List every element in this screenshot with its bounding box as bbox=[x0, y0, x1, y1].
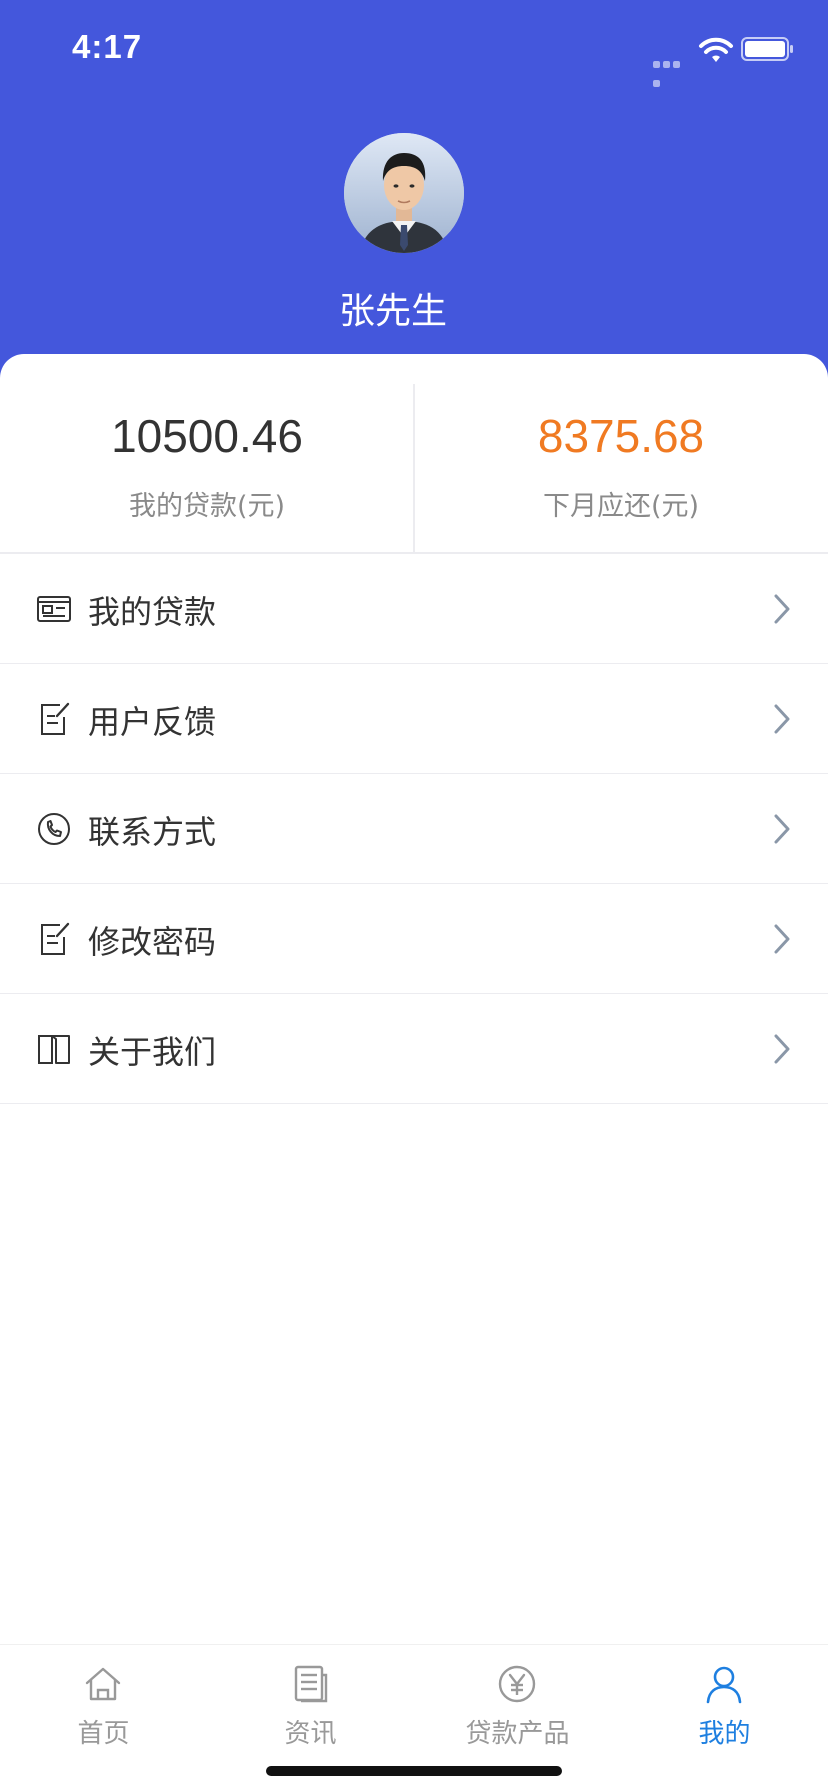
settings-menu: 我的贷款 用户反馈 联系方式 修改密码 关于我们 bbox=[0, 554, 828, 1104]
chevron-right-icon bbox=[774, 924, 790, 954]
tab-label: 我的 bbox=[698, 1719, 751, 1749]
menu-item-label: 用户反馈 bbox=[88, 703, 217, 741]
edit-note-icon bbox=[41, 922, 70, 955]
user-name: 张先生 bbox=[338, 291, 447, 332]
chevron-right-icon bbox=[774, 814, 790, 844]
avatar-photo bbox=[344, 133, 464, 253]
status-time: 4:17 bbox=[72, 28, 143, 65]
menu-item-feedback[interactable]: 用户反馈 bbox=[0, 664, 828, 774]
my-loan-label: 我的贷款(元) bbox=[128, 491, 286, 522]
home-icon bbox=[85, 1667, 121, 1701]
menu-item-contact[interactable]: 联系方式 bbox=[0, 774, 828, 884]
my-loan-stat[interactable]: 10500.46 我的贷款(元) bbox=[0, 354, 414, 554]
battery-icon bbox=[741, 37, 793, 61]
book-icon bbox=[38, 1035, 70, 1064]
tab-label: 资讯 bbox=[284, 1719, 337, 1749]
chevron-right-icon bbox=[774, 1034, 790, 1064]
avatar[interactable] bbox=[344, 133, 464, 253]
chevron-right-icon bbox=[774, 594, 790, 624]
status-bar: 4:17 bbox=[0, 0, 828, 100]
tab-label: 首页 bbox=[77, 1719, 130, 1749]
wifi-icon bbox=[699, 37, 733, 62]
next-month-due-value: 8375.68 bbox=[537, 410, 705, 462]
profile-header: 4:17 张先生 bbox=[0, 0, 828, 380]
menu-item-label: 修改密码 bbox=[88, 923, 217, 961]
next-month-due-label: 下月应还(元) bbox=[542, 491, 700, 522]
home-indicator bbox=[266, 1766, 562, 1776]
cellular-signal-icon bbox=[653, 53, 691, 87]
id-card-icon bbox=[37, 596, 71, 622]
menu-item-change-password[interactable]: 修改密码 bbox=[0, 884, 828, 994]
edit-note-icon bbox=[41, 702, 70, 735]
menu-item-about-us[interactable]: 关于我们 bbox=[0, 994, 828, 1104]
tab-loan-products[interactable]: 贷款产品 bbox=[414, 1645, 621, 1765]
my-loan-value: 10500.46 bbox=[111, 410, 303, 462]
tab-label: 贷款产品 bbox=[465, 1719, 570, 1749]
tab-news[interactable]: 资讯 bbox=[207, 1645, 414, 1765]
menu-item-label: 联系方式 bbox=[88, 813, 217, 851]
menu-item-my-loans[interactable]: 我的贷款 bbox=[0, 554, 828, 664]
chevron-right-icon bbox=[774, 704, 790, 734]
phone-icon bbox=[38, 813, 70, 845]
news-icon bbox=[294, 1665, 328, 1703]
tab-home[interactable]: 首页 bbox=[0, 1645, 207, 1765]
menu-item-label: 关于我们 bbox=[88, 1033, 217, 1071]
yen-icon bbox=[498, 1665, 536, 1703]
tab-mine[interactable]: 我的 bbox=[621, 1645, 828, 1765]
next-month-due-stat[interactable]: 8375.68 下月应还(元) bbox=[414, 354, 828, 554]
loan-summary-card: 10500.46 我的贷款(元) 8375.68 下月应还(元) bbox=[0, 354, 828, 554]
user-icon bbox=[706, 1666, 742, 1704]
menu-item-label: 我的贷款 bbox=[88, 593, 217, 631]
